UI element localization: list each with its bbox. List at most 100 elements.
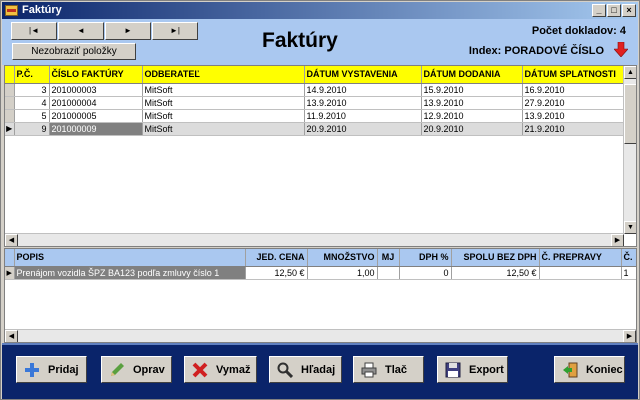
cell-pc[interactable]: 5 — [14, 109, 50, 123]
cell-transport-number[interactable] — [539, 266, 622, 280]
column-header-transport-number[interactable]: Č. PREPRAVY — [539, 249, 622, 267]
cell-due-date[interactable]: 13.9.2010 — [522, 109, 636, 123]
invoices-header-row: P.Č. ČÍSLO FAKTÚRY ODBERATEĽ DÁTUM VYSTA… — [5, 66, 636, 84]
row-selector[interactable] — [5, 83, 15, 97]
hide-items-button[interactable]: Nezobraziť položky — [12, 43, 136, 60]
cell-issue-date[interactable]: 13.9.2010 — [304, 96, 422, 110]
cell-invoice-number[interactable]: 201000005 — [49, 109, 143, 123]
first-record-button[interactable]: |◄ — [11, 22, 57, 40]
column-header-due-date[interactable]: DÁTUM SPLATNOSTI — [522, 66, 636, 84]
export-button[interactable]: Export — [437, 356, 508, 383]
column-header-customer[interactable]: ODBERATEĽ — [142, 66, 305, 84]
items-grid: POPIS JED. CENA MNOŽSTVO MJ DPH % SPOLU … — [4, 248, 637, 343]
cell-issue-date[interactable]: 20.9.2010 — [304, 122, 422, 136]
table-row[interactable]: 4 201000004 MitSoft 13.9.2010 13.9.2010 … — [5, 96, 636, 110]
cell-delivery-date[interactable]: 12.9.2010 — [421, 109, 523, 123]
sort-down-arrow-icon[interactable] — [614, 42, 628, 57]
cell-customer[interactable]: MitSoft — [142, 83, 305, 97]
x-icon — [192, 362, 208, 377]
cell-invoice-number[interactable]: 201000009 — [49, 122, 143, 136]
column-header-total-without-vat[interactable]: SPOLU BEZ DPH — [451, 249, 540, 267]
index-label: Index: PORADOVÉ ČÍSLO — [468, 45, 604, 57]
print-button[interactable]: Tlač — [353, 356, 424, 383]
cell-delivery-date[interactable]: 13.9.2010 — [421, 96, 523, 110]
title-bar: Faktúry _ □ × — [2, 2, 638, 19]
column-header-quantity[interactable]: MNOŽSTVO — [307, 249, 378, 267]
column-header-delivery-date[interactable]: DÁTUM DODANIA — [421, 66, 523, 84]
next-record-button[interactable]: ► — [105, 22, 151, 40]
scroll-left-icon[interactable]: ◀ — [5, 234, 18, 246]
close-button[interactable]: × — [622, 4, 636, 17]
column-header-pc[interactable]: P.Č. — [14, 66, 50, 84]
add-button-label: Pridaj — [48, 363, 79, 376]
cell-delivery-date[interactable]: 20.9.2010 — [421, 122, 523, 136]
action-bar: Pridaj Oprav Vymaž Hľadaj Tlač Export Ko… — [2, 343, 638, 399]
prev-record-button[interactable]: ◄ — [58, 22, 104, 40]
row-selector-header — [5, 249, 15, 267]
exit-icon — [563, 362, 578, 377]
cell-delivery-date[interactable]: 15.9.2010 — [421, 83, 523, 97]
column-header-unit[interactable]: MJ — [377, 249, 400, 267]
cell-pc[interactable]: 9 — [14, 122, 50, 136]
current-row-marker-icon[interactable]: ▶ — [5, 122, 15, 136]
cell-pc[interactable]: 3 — [14, 83, 50, 97]
cell-c[interactable]: 1 — [621, 266, 636, 280]
column-header-c[interactable]: Č. — [621, 249, 636, 267]
cell-invoice-number[interactable]: 201000003 — [49, 83, 143, 97]
row-selector-header — [5, 66, 15, 84]
scroll-up-icon[interactable]: ▲ — [624, 66, 636, 79]
cell-unit-price[interactable]: 12,50 € — [245, 266, 308, 280]
table-row[interactable]: 3 201000003 MitSoft 14.9.2010 15.9.2010 … — [5, 83, 636, 97]
cell-description[interactable]: Prenájom vozidla ŠPZ BA123 podľa zmluvy … — [14, 266, 246, 280]
cell-due-date[interactable]: 16.9.2010 — [522, 83, 636, 97]
cell-issue-date[interactable]: 14.9.2010 — [304, 83, 422, 97]
scroll-right-icon[interactable]: ▶ — [623, 330, 636, 342]
cell-invoice-number[interactable]: 201000004 — [49, 96, 143, 110]
table-row[interactable]: ▶ Prenájom vozidla ŠPZ BA123 podľa zmluv… — [5, 266, 636, 280]
column-header-issue-date[interactable]: DÁTUM VYSTAVENIA — [304, 66, 422, 84]
table-row[interactable]: 5 201000005 MitSoft 11.9.2010 12.9.2010 … — [5, 109, 636, 123]
delete-button[interactable]: Vymaž — [184, 356, 257, 383]
table-row-active[interactable]: ▶ 9 201000009 MitSoft 20.9.2010 20.9.201… — [5, 122, 636, 136]
cell-vat[interactable]: 0 — [399, 266, 452, 280]
cell-quantity[interactable]: 1,00 — [307, 266, 378, 280]
invoices-horizontal-scrollbar[interactable]: ◀ ▶ — [5, 233, 624, 246]
edit-button-label: Oprav — [133, 363, 165, 376]
cell-issue-date[interactable]: 11.9.2010 — [304, 109, 422, 123]
cell-customer[interactable]: MitSoft — [142, 109, 305, 123]
cell-customer[interactable]: MitSoft — [142, 122, 305, 136]
edit-button[interactable]: Oprav — [101, 356, 172, 383]
document-count: Počet dokladov: 4 — [531, 25, 626, 37]
maximize-button[interactable]: □ — [607, 4, 621, 17]
scroll-right-icon[interactable]: ▶ — [611, 234, 624, 246]
cell-pc[interactable]: 4 — [14, 96, 50, 110]
items-table: POPIS JED. CENA MNOŽSTVO MJ DPH % SPOLU … — [5, 249, 636, 280]
exit-button[interactable]: Koniec — [554, 356, 625, 383]
invoices-vertical-scrollbar[interactable]: ▲ ▼ — [623, 66, 636, 234]
column-header-vat[interactable]: DPH % — [399, 249, 452, 267]
search-button-label: Hľadaj — [301, 363, 336, 376]
row-selector[interactable] — [5, 96, 15, 110]
column-header-invoice-number[interactable]: ČÍSLO FAKTÚRY — [49, 66, 143, 84]
items-horizontal-scrollbar[interactable]: ◀ ▶ — [5, 329, 636, 342]
minimize-button[interactable]: _ — [592, 4, 606, 17]
column-header-unit-price[interactable]: JED. CENA — [245, 249, 308, 267]
app-icon — [5, 5, 18, 16]
current-row-marker-icon[interactable]: ▶ — [5, 266, 15, 280]
last-record-button[interactable]: ►| — [152, 22, 198, 40]
cell-due-date[interactable]: 27.9.2010 — [522, 96, 636, 110]
row-selector[interactable] — [5, 109, 15, 123]
search-button[interactable]: Hľadaj — [269, 356, 342, 383]
cell-total-without-vat[interactable]: 12,50 € — [451, 266, 540, 280]
scroll-down-icon[interactable]: ▼ — [624, 221, 636, 234]
scroll-thumb[interactable] — [624, 84, 636, 144]
printer-icon — [361, 362, 377, 377]
add-button[interactable]: Pridaj — [16, 356, 87, 383]
cell-customer[interactable]: MitSoft — [142, 96, 305, 110]
scroll-left-icon[interactable]: ◀ — [5, 330, 18, 342]
header-panel: |◄ ◄ ► ►| Nezobraziť položky Faktúry Poč… — [2, 19, 638, 65]
cell-unit[interactable] — [377, 266, 400, 280]
cell-due-date[interactable]: 21.9.2010 — [522, 122, 636, 136]
column-header-description[interactable]: POPIS — [14, 249, 246, 267]
items-header-row: POPIS JED. CENA MNOŽSTVO MJ DPH % SPOLU … — [5, 249, 636, 267]
